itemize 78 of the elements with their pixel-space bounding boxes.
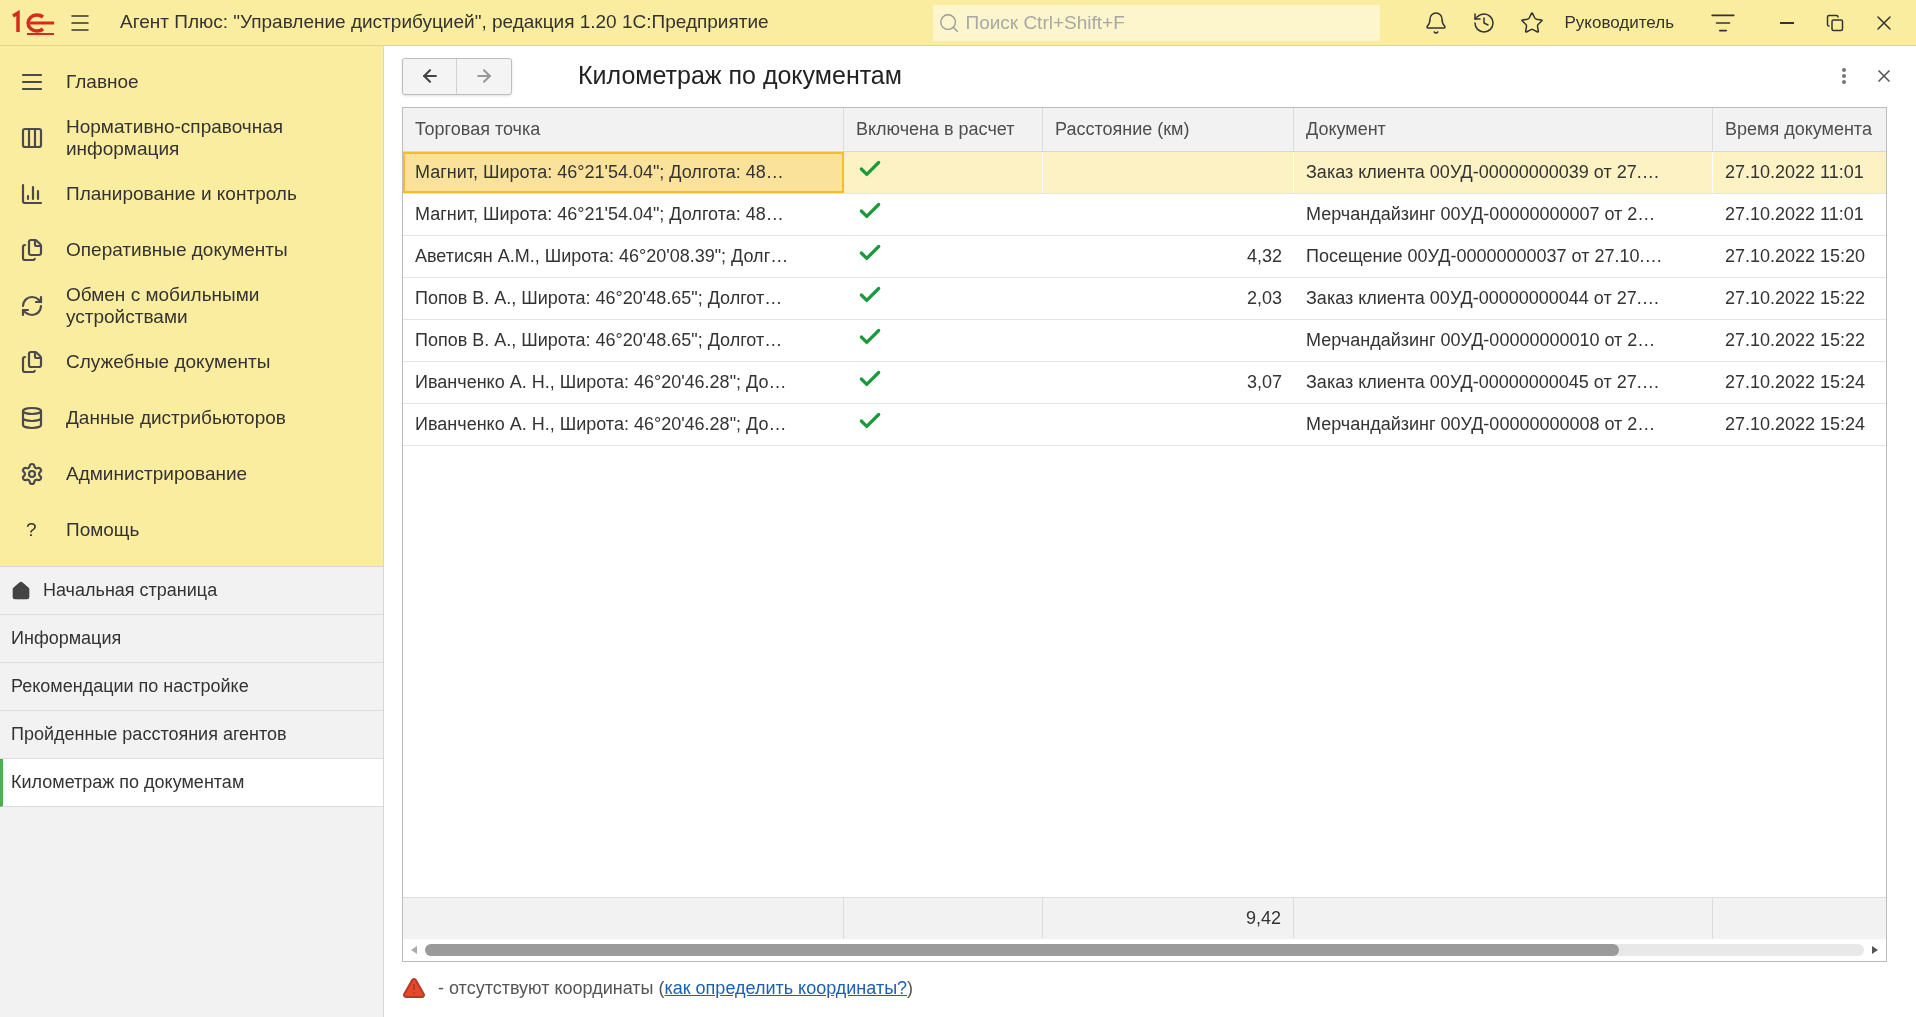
scroll-right-icon[interactable]	[1872, 946, 1878, 954]
database-icon	[20, 406, 44, 430]
section-item[interactable]: Оперативные документы	[0, 222, 383, 278]
open-window-item[interactable]: Рекомендации по настройке	[0, 663, 383, 711]
column-header[interactable]: Документ	[1294, 108, 1713, 151]
section-item[interactable]: Главное	[0, 54, 383, 110]
table-cell-text: 27.10.2022 15:22	[1725, 287, 1866, 310]
table-cell-text: Посещение 00УД-00000000037 от 27.10.…	[1306, 245, 1663, 268]
section-label: Нормативно-справочная информация	[66, 116, 285, 160]
column-header[interactable]: Включена в расчет	[844, 108, 1043, 151]
table-cell-text: Заказ клиента 00УД-00000000045 от 27.…	[1306, 371, 1660, 394]
section-item[interactable]: ? Помощь	[0, 502, 383, 558]
section-label: Администрирование	[66, 463, 249, 485]
section-label: Данные дистрибьюторов	[66, 407, 287, 429]
table-cell-text: 27.10.2022 11:01	[1725, 161, 1864, 184]
table-cell-text: 2,03	[1246, 287, 1282, 310]
table-cell-text: Иванченко А. Н., Широта: 46°20'46.28"; До…	[415, 413, 787, 436]
table-cell-text: 27.10.2022 15:24	[1725, 413, 1866, 436]
section-item[interactable]: Администрирование	[0, 446, 383, 502]
logo-icon	[9, 9, 55, 36]
section-label: Оперативные документы	[66, 239, 289, 261]
section-item[interactable]: Данные дистрибьюторов	[0, 390, 383, 446]
section-label: Обмен с мобильными устройствами	[66, 284, 261, 328]
column-header[interactable]: Время документа	[1713, 108, 1886, 151]
section-item[interactable]: Обмен с мобильными устройствами	[0, 278, 383, 334]
help-icon: ?	[26, 515, 37, 545]
bell-icon	[1424, 10, 1449, 35]
column-header[interactable]: Расстояние (км)	[1043, 108, 1294, 151]
table-cell-text: Аветисян А.М., Широта: 46°20'08.39"; Долг…	[415, 245, 789, 268]
columns-icon	[20, 126, 44, 150]
section-item[interactable]: Планирование и контроль	[0, 166, 383, 222]
search-field[interactable]: Поиск Ctrl+Shift+F	[933, 4, 1381, 41]
open-window-item[interactable]: Километраж по документам	[0, 759, 383, 807]
table-cell-text: Мерчандайзинг 00УД-00000000008 от 2…	[1306, 413, 1656, 436]
documents-icon	[20, 238, 44, 262]
total-distance: 9,42	[1245, 907, 1281, 930]
restore-icon	[1826, 13, 1844, 32]
warning-icon	[402, 976, 426, 1000]
home-icon	[11, 580, 31, 601]
table-cell-text: Мерчандайзинг 00УД-00000000010 от 2…	[1306, 329, 1656, 352]
table-cell-text: Магнит, Широта: 46°21'54.04"; Долгота: 48…	[415, 161, 784, 184]
table-row[interactable]: Магнит, Широта: 46°21'54.04"; Долгота: 48… Заказ клиента 00УД-00000000039 от 27.… 27.10.2022 11:01	[403, 152, 1886, 194]
bar-chart-icon	[20, 182, 44, 206]
history-icon	[1472, 10, 1497, 35]
table-cell-text: 27.10.2022 15:20	[1725, 245, 1866, 268]
section-item[interactable]: Нормативно-справочная информация	[0, 110, 383, 166]
table-cell-text: Заказ клиента 00УД-00000000044 от 27.…	[1306, 287, 1660, 310]
more-icon	[1842, 68, 1846, 84]
documents-icon	[20, 350, 44, 374]
table-cell-text: 27.10.2022 15:24	[1725, 371, 1866, 394]
table-cell-text: Попов В. А., Широта: 46°20'48.65"; Долгот…	[415, 287, 783, 310]
section-label: Планирование и контроль	[66, 183, 298, 205]
window-title: Агент Плюс: "Управление дистрибуцией", редакция 1.20 1С:Предприятие	[120, 10, 769, 35]
column-header[interactable]: Торговая точка	[403, 108, 844, 151]
table-cell-text: 27.10.2022 11:01	[1725, 203, 1864, 226]
settings-icon	[20, 462, 44, 486]
star-icon	[1520, 10, 1545, 35]
help-link[interactable]: как определить координаты?	[664, 977, 908, 998]
search-icon	[938, 11, 961, 34]
open-window-item[interactable]: Информация	[0, 615, 383, 663]
refresh-icon	[20, 294, 44, 318]
table-cell-text: Заказ клиента 00УД-00000000039 от 27.…	[1306, 161, 1660, 184]
user-name[interactable]: Руководитель	[1564, 9, 1674, 36]
section-label: Главное	[66, 71, 140, 93]
section-item[interactable]: Служебные документы	[0, 334, 383, 390]
section-label: Помощь	[66, 519, 141, 541]
table-cell-text: Мерчандайзинг 00УД-00000000007 от 2…	[1306, 203, 1656, 226]
form-title: Километраж по документам	[578, 60, 902, 92]
table-cell-text: Попов В. А., Широта: 46°20'48.65"; Долгот…	[415, 329, 783, 352]
table-cell-text: 3,07	[1246, 371, 1282, 394]
table-cell-text: 27.10.2022 15:22	[1725, 329, 1866, 352]
table-cell-text: 4,32	[1246, 245, 1282, 268]
minimize-icon	[1780, 21, 1794, 24]
open-window-item[interactable]: Начальная страница	[0, 567, 383, 615]
table-cell-text: Магнит, Широта: 46°21'54.04"; Долгота: 48…	[415, 203, 784, 226]
note-text: - отсутствуют координаты (как определить координаты?)	[438, 976, 914, 1000]
section-label: Служебные документы	[66, 351, 272, 373]
table-cell-text: Иванченко А. Н., Широта: 46°20'46.28"; До…	[415, 371, 787, 394]
